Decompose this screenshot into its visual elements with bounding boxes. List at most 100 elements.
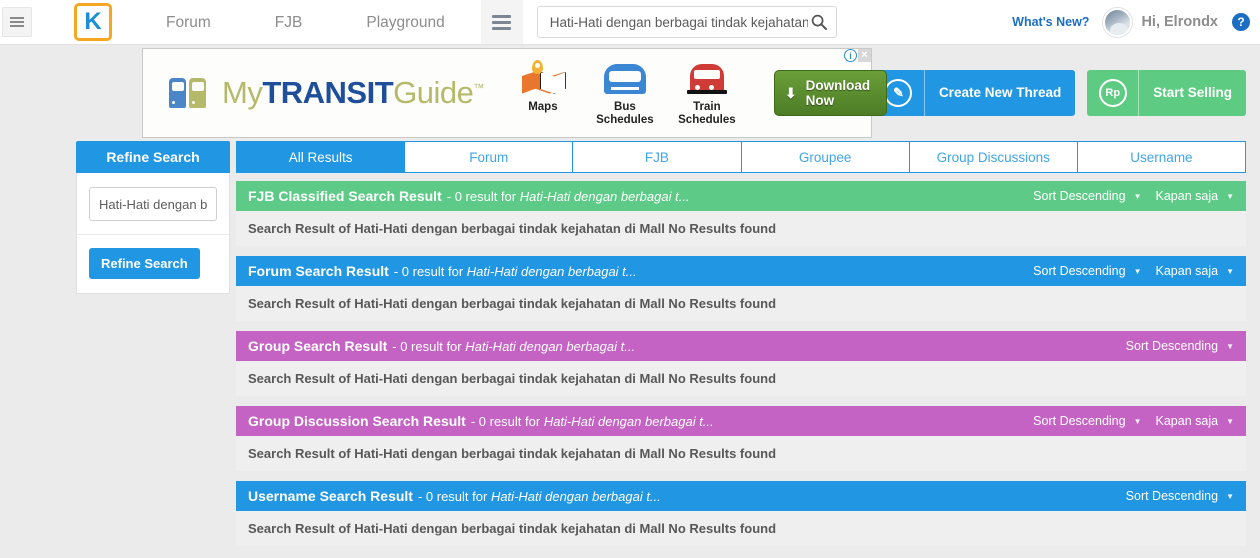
sort-dropdown[interactable]: Sort Descending ▼ (1033, 264, 1141, 278)
ad-feature-maps: Maps (512, 59, 574, 127)
user-greeting: Hi, Elrondx (1141, 14, 1218, 30)
refine-search-input[interactable] (89, 187, 217, 221)
result-empty-message: Search Result of Hati-Hati dengan berbag… (236, 511, 1246, 546)
result-empty-message: Search Result of Hati-Hati dengan berbag… (236, 436, 1246, 471)
ad-info-icon[interactable]: i (844, 49, 857, 62)
chevron-down-icon: ▼ (1226, 416, 1234, 426)
sort-dropdown[interactable]: Sort Descending ▼ (1033, 189, 1141, 203)
result-empty-message: Search Result of Hati-Hati dengan berbag… (236, 211, 1246, 246)
sort-label: Sort Descending (1033, 189, 1126, 203)
search-bar[interactable] (536, 6, 837, 38)
tab-groupee[interactable]: Groupee (741, 141, 910, 173)
time-filter-dropdown[interactable]: Kapan saja ▼ (1156, 189, 1234, 203)
sort-dropdown[interactable]: Sort Descending ▼ (1126, 339, 1234, 353)
action-buttons: ✎ Create New Thread Rp Start Selling (872, 70, 1246, 116)
result-header: Group Search Result - 0 result for Hati-… (236, 331, 1246, 361)
close-icon[interactable]: × (858, 49, 871, 62)
results-tabs: All Results Forum FJB Groupee Group Disc… (236, 141, 1247, 173)
logo-text: K (84, 8, 102, 35)
time-filter-dropdown[interactable]: Kapan saja ▼ (1156, 264, 1234, 278)
result-options: Sort Descending ▼ Kapan saja ▼ (1033, 189, 1234, 203)
nav-item-forum[interactable]: Forum (134, 0, 243, 45)
ad-feature-train-schedules: Train Schedules (676, 60, 738, 127)
site-logo[interactable]: K (74, 3, 112, 41)
result-empty-message: Search Result of Hati-Hati dengan berbag… (236, 361, 1246, 396)
create-new-thread-label: Create New Thread (938, 85, 1062, 101)
secondary-menu-button[interactable] (480, 0, 523, 44)
start-selling-button[interactable]: Rp Start Selling (1087, 70, 1246, 116)
result-meta: - 0 result for Hati-Hati dengan berbagai… (392, 338, 636, 354)
result-options: Sort Descending ▼ (1126, 339, 1234, 353)
header-user-area: What's New? Hi, Elrondx ? (1012, 0, 1260, 44)
result-options: Sort Descending ▼ Kapan saja ▼ (1033, 414, 1234, 428)
result-block: Username Search Result - 0 result for Ha… (236, 481, 1246, 546)
hamburger-icon (10, 15, 24, 29)
result-meta: - 0 result for Hati-Hati dengan berbagai… (470, 413, 714, 429)
whats-new-link[interactable]: What's New? (1012, 15, 1089, 29)
result-header: FJB Classified Search Result - 0 result … (236, 181, 1246, 211)
result-title: Username Search Result (248, 488, 413, 504)
result-meta: - 0 result for Hati-Hati dengan berbagai… (417, 488, 661, 504)
sort-label: Sort Descending (1033, 264, 1126, 278)
main-content: Refine Search Refine Search All Results … (0, 141, 1260, 556)
ad-feature-bus-schedules: Bus Schedules (594, 60, 656, 127)
tab-group-discussions[interactable]: Group Discussions (909, 141, 1078, 173)
avatar[interactable] (1103, 7, 1133, 37)
refine-search-button[interactable]: Refine Search (89, 248, 200, 279)
bus-icon (594, 60, 656, 98)
advertisement-banner[interactable]: MyTRANSITGuide™ Maps Bus Schedules Train… (142, 48, 888, 138)
ad-download-label: Download Now (805, 78, 871, 108)
ad-brand-guide: Guide (393, 75, 474, 110)
ad-brand-my: My (222, 75, 263, 110)
tab-all-results[interactable]: All Results (236, 141, 406, 173)
tab-username[interactable]: Username (1077, 141, 1247, 173)
result-meta: - 0 result for Hati-Hati dengan berbagai… (446, 188, 690, 204)
menu-toggle-button[interactable] (2, 7, 32, 37)
result-block: FJB Classified Search Result - 0 result … (236, 181, 1246, 246)
sort-dropdown[interactable]: Sort Descending ▼ (1126, 489, 1234, 503)
chevron-down-icon: ▼ (1133, 191, 1142, 201)
chevron-down-icon: ▼ (1226, 491, 1234, 501)
time-filter-dropdown[interactable]: Kapan saja ▼ (1156, 414, 1234, 428)
sort-label: Sort Descending (1125, 339, 1219, 353)
trademark-icon: ™ (473, 82, 484, 95)
tab-forum[interactable]: Forum (405, 141, 574, 173)
ad-wordmark: MyTRANSITGuide™ (222, 75, 484, 111)
ad-brand-transit: TRANSIT (262, 75, 394, 110)
search-icon[interactable] (810, 13, 828, 31)
results-column: All Results Forum FJB Groupee Group Disc… (236, 141, 1247, 556)
result-options: Sort Descending ▼ Kapan saja ▼ (1033, 264, 1234, 278)
result-title: Group Discussion Search Result (248, 413, 466, 429)
ad-feature-label: Train Schedules (678, 100, 736, 126)
result-header: Username Search Result - 0 result for Ha… (236, 481, 1246, 511)
hamburger-icon (492, 12, 512, 33)
result-meta: - 0 result for Hati-Hati dengan berbagai… (393, 263, 637, 279)
result-block: Forum Search Result - 0 result for Hati-… (236, 256, 1246, 321)
nav-item-fjb[interactable]: FJB (243, 0, 335, 45)
sort-label: Sort Descending (1125, 489, 1219, 503)
rupiah-icon: Rp (1087, 70, 1140, 116)
train-icon (676, 60, 738, 98)
time-filter-label: Kapan saja (1155, 264, 1219, 278)
time-filter-label: Kapan saja (1155, 414, 1219, 428)
result-title: FJB Classified Search Result (248, 188, 442, 204)
search-input[interactable] (547, 13, 810, 31)
ad-feature-list: Maps Bus Schedules Train Schedules (512, 59, 738, 127)
result-title: Group Search Result (248, 338, 388, 354)
sort-label: Sort Descending (1033, 414, 1126, 428)
refine-search-title: Refine Search (76, 141, 230, 173)
create-new-thread-button[interactable]: ✎ Create New Thread (872, 70, 1076, 116)
tab-fjb[interactable]: FJB (573, 141, 742, 173)
sort-dropdown[interactable]: Sort Descending ▼ (1033, 414, 1141, 428)
primary-nav: Forum FJB Playground (134, 0, 477, 44)
ad-corner-controls: i × (844, 49, 871, 62)
help-icon[interactable]: ? (1232, 13, 1250, 31)
refine-search-panel: Refine Search Refine Search (76, 141, 230, 556)
site-header: K Forum FJB Playground What's New? Hi, E… (0, 0, 1260, 45)
ad-download-button[interactable]: ⬇ Download Now (773, 70, 888, 116)
chevron-down-icon: ▼ (1133, 266, 1142, 276)
refine-search-form: Refine Search (76, 173, 230, 294)
map-icon (512, 59, 574, 98)
nav-item-playground[interactable]: Playground (334, 0, 476, 45)
result-empty-message: Search Result of Hati-Hati dengan berbag… (236, 286, 1246, 321)
